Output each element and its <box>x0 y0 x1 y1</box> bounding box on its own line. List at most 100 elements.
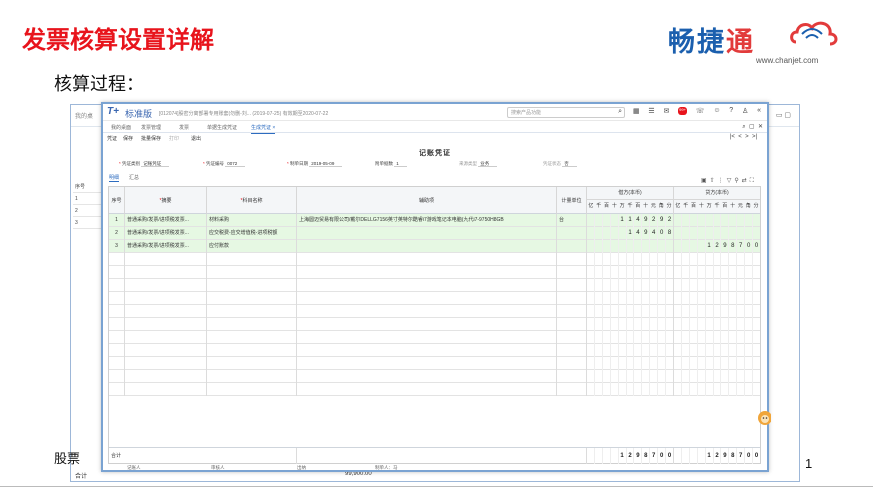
cell-seq[interactable]: 3 <box>109 240 125 253</box>
tab-desktop[interactable]: 我的桌面 <box>111 124 131 131</box>
cell-aux[interactable] <box>297 227 557 240</box>
voucher-type-field[interactable]: * 凭证类别 记账凭证 <box>119 161 170 167</box>
cell-summary[interactable] <box>125 279 207 292</box>
cell-credit[interactable] <box>674 253 760 266</box>
tab-invoice-management[interactable]: 发票管理 <box>141 124 161 131</box>
help-icon[interactable]: ? <box>729 107 733 115</box>
voucher-no-field[interactable]: * 凭证编号 0072 <box>203 161 246 167</box>
cell-unit[interactable] <box>557 227 587 240</box>
assistant-icon[interactable]: ☺ <box>713 107 720 115</box>
table-row[interactable] <box>109 370 760 383</box>
cell-unit[interactable] <box>557 266 587 279</box>
cell-unit[interactable] <box>557 279 587 292</box>
table-row[interactable] <box>109 383 760 396</box>
table-row[interactable] <box>109 292 760 305</box>
cell-unit[interactable] <box>557 292 587 305</box>
cell-aux[interactable] <box>297 370 557 383</box>
cell-debit[interactable] <box>587 318 674 331</box>
cell-aux[interactable] <box>297 292 557 305</box>
table-row[interactable] <box>109 266 760 279</box>
table-row[interactable] <box>109 344 760 357</box>
cell-aux[interactable]: 上海圆迈贸易有限公司/戴尔DELLG7156英寸英特尔酷睿i7游戏笔记本电脑(九… <box>297 214 557 227</box>
cell-seq[interactable] <box>109 357 125 370</box>
voucher-button[interactable]: 凭证 <box>107 135 117 142</box>
swap-icon[interactable]: ⇄ <box>742 178 750 184</box>
cell-summary[interactable] <box>125 305 207 318</box>
cell-credit[interactable] <box>674 279 760 292</box>
cell-debit[interactable] <box>587 240 674 253</box>
cell-account[interactable] <box>207 357 297 370</box>
cell-seq[interactable]: 2 <box>109 227 125 240</box>
close-tab-icon[interactable]: × <box>272 125 275 131</box>
cell-account[interactable] <box>207 370 297 383</box>
table-row[interactable] <box>109 279 760 292</box>
next-record-icon[interactable]: > <box>745 134 749 140</box>
tab-doc-to-voucher[interactable]: 单据生成凭证 <box>207 124 237 131</box>
cell-credit[interactable] <box>674 383 760 396</box>
assistant-monkey-icon[interactable] <box>753 408 771 430</box>
cell-debit[interactable] <box>587 357 674 370</box>
cell-aux[interactable] <box>297 344 557 357</box>
cell-unit[interactable] <box>557 318 587 331</box>
tab-detail[interactable]: 明细 <box>109 174 120 182</box>
notes-icon[interactable]: ☰ <box>648 107 654 115</box>
cell-debit[interactable]: 1149292 <box>587 214 674 227</box>
search-input[interactable]: 搜索产品功能 ⌕ <box>507 107 625 118</box>
table-row[interactable] <box>109 331 760 344</box>
cell-aux[interactable] <box>297 253 557 266</box>
cell-seq[interactable] <box>109 253 125 266</box>
cell-aux[interactable] <box>297 383 557 396</box>
first-record-icon[interactable]: |< <box>730 134 735 140</box>
search-icon[interactable]: ⌕ <box>742 124 745 130</box>
print-button[interactable]: 打印 <box>169 135 179 142</box>
search-icon[interactable]: ⌕ <box>618 108 622 116</box>
cell-seq[interactable] <box>109 331 125 344</box>
last-record-icon[interactable]: >| <box>752 134 757 140</box>
cell-credit[interactable] <box>674 292 760 305</box>
cell-summary[interactable] <box>125 370 207 383</box>
cell-unit[interactable] <box>557 305 587 318</box>
cell-unit[interactable] <box>557 357 587 370</box>
cell-unit[interactable] <box>557 240 587 253</box>
cell-debit[interactable] <box>587 266 674 279</box>
columns-icon[interactable]: ⋮ <box>718 178 727 184</box>
table-row[interactable]: 3 普通采购/发票/进项税发票... 应付账款 1 2 9 8 7 0 0 <box>109 240 760 253</box>
cell-credit[interactable] <box>674 370 760 383</box>
cell-unit[interactable] <box>557 344 587 357</box>
cell-credit[interactable]: 1298700 <box>674 240 760 253</box>
cell-credit[interactable] <box>674 214 760 227</box>
cell-debit[interactable] <box>587 253 674 266</box>
cell-account[interactable] <box>207 292 297 305</box>
cell-account[interactable] <box>207 383 297 396</box>
cell-seq[interactable] <box>109 279 125 292</box>
cell-unit[interactable]: 台 <box>557 214 587 227</box>
export-icon[interactable]: ⇧ <box>710 178 718 184</box>
grid-settings-icon[interactable]: ▣ <box>701 178 710 184</box>
link-icon[interactable]: ⚲ <box>734 178 741 184</box>
notification-badge[interactable]: 99+ <box>678 107 687 115</box>
save-button[interactable]: 保存 <box>123 135 133 142</box>
cell-seq[interactable] <box>109 383 125 396</box>
cell-seq[interactable]: 1 <box>109 214 125 227</box>
cell-debit[interactable] <box>587 331 674 344</box>
cell-seq[interactable] <box>109 292 125 305</box>
cell-summary[interactable] <box>125 331 207 344</box>
cell-aux[interactable] <box>297 331 557 344</box>
cell-credit[interactable] <box>674 331 760 344</box>
voucher-date-field[interactable]: * 制单日期 2019-05-09 <box>287 161 343 167</box>
cell-debit[interactable] <box>587 383 674 396</box>
cell-summary[interactable] <box>125 292 207 305</box>
cell-debit[interactable] <box>587 344 674 357</box>
cell-account[interactable] <box>207 305 297 318</box>
cell-seq[interactable] <box>109 344 125 357</box>
cell-summary[interactable]: 普通采购/发票/进项税发票... <box>125 240 207 253</box>
table-row[interactable]: 2 普通采购/发票/进项税发票... 应交税费-应交增值税-进项税额 1 4 9 4 0 8 <box>109 227 760 240</box>
cell-aux[interactable] <box>297 318 557 331</box>
cell-account[interactable]: 材料采购 <box>207 214 297 227</box>
batch-save-button[interactable]: 批量保存 <box>141 135 161 142</box>
cell-account[interactable] <box>207 279 297 292</box>
table-row[interactable] <box>109 253 760 266</box>
cell-account[interactable] <box>207 331 297 344</box>
cell-account[interactable] <box>207 344 297 357</box>
cell-unit[interactable] <box>557 370 587 383</box>
